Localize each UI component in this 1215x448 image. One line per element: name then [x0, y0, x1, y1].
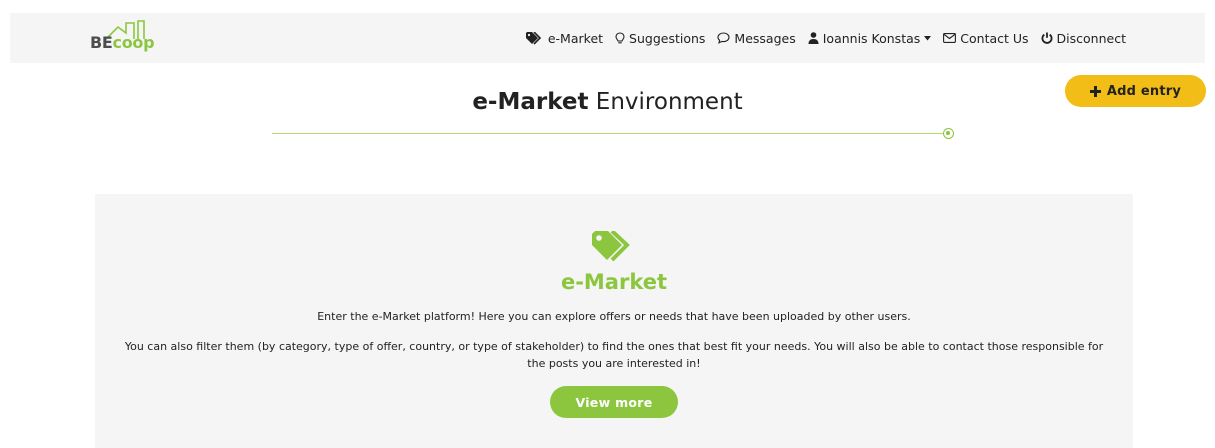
chat-bubble-icon — [717, 32, 730, 44]
top-navbar: BEcoop e-Market Suggestions Messages Ioa… — [10, 13, 1205, 63]
nav-item-label: Suggestions — [629, 30, 706, 46]
nav-item-suggestions[interactable]: Suggestions — [615, 31, 705, 46]
nav-item-disconnect[interactable]: Disconnect — [1041, 31, 1126, 46]
envelope-icon — [943, 33, 957, 43]
nav-item-label: Messages — [734, 30, 796, 46]
nav-item-user-menu[interactable]: Ioannis Konstas — [808, 31, 932, 46]
nav-item-label: e-Market — [547, 30, 604, 46]
nav-menu: e-Market Suggestions Messages Ioannis Ko… — [525, 13, 1126, 63]
e-market-card: e-Market Enter the e-Market platform! He… — [95, 194, 1133, 448]
card-description: Enter the e-Market platform! Here you ca… — [317, 310, 911, 323]
user-name: Ioannis Konstas — [822, 30, 921, 46]
user-icon — [808, 32, 819, 44]
tags-icon — [525, 31, 541, 45]
lightbulb-icon — [615, 31, 625, 43]
becoop-logo[interactable]: BEcoop — [90, 19, 180, 59]
caret-down-icon — [924, 35, 932, 40]
card-title: e-Market — [560, 270, 668, 294]
logo-text: BEcoop — [90, 33, 155, 52]
nav-item-label: Contact Us — [960, 30, 1029, 46]
tags-icon — [592, 231, 630, 262]
page-title-bold: e-Market — [472, 89, 589, 115]
page-title-rest: Environment — [588, 89, 743, 115]
nav-item-e-market[interactable]: e-Market — [525, 30, 604, 46]
title-divider-dot — [943, 128, 954, 139]
nav-item-messages[interactable]: Messages — [717, 30, 796, 46]
power-icon — [1041, 32, 1052, 44]
view-more-button[interactable]: View more — [550, 386, 678, 418]
nav-item-contact-us[interactable]: Contact Us — [943, 30, 1029, 46]
card-description-filter: You can also filter them (by category, t… — [124, 340, 1104, 370]
page-title: e-Market Environment — [0, 89, 1215, 115]
title-divider — [272, 133, 946, 134]
nav-item-label: Disconnect — [1056, 30, 1126, 46]
